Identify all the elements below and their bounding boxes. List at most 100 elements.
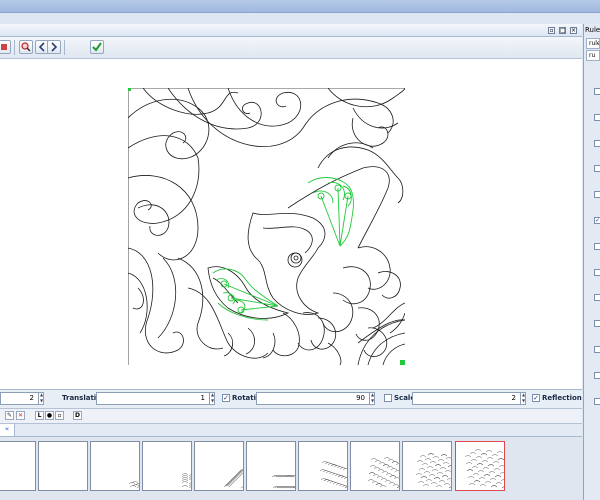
- thumbnail-stroke: [344, 486, 347, 489]
- rule-checkbox-9[interactable]: [594, 294, 600, 302]
- rotation-spinner[interactable]: ▲ ▼: [369, 392, 375, 405]
- first-value-spinner[interactable]: ▲ ▼: [38, 392, 44, 405]
- editor-frame-header: [0, 24, 582, 37]
- thumbnail-stroke: [341, 485, 347, 488]
- thumbnail-stroke: [434, 464, 442, 467]
- thumbnail-pattern: [415, 453, 451, 489]
- thumbnail-stroke: [389, 475, 397, 478]
- thumbnail-stroke: [239, 469, 243, 472]
- toolbar-separator: [64, 40, 65, 55]
- rotation-field[interactable]: 90: [256, 392, 375, 405]
- thumbnail-stroke: [427, 453, 435, 456]
- thumbnail-1[interactable]: [0, 441, 36, 491]
- thumbnail-stroke: [385, 473, 393, 476]
- thumbnail-stroke: [372, 474, 380, 477]
- thumbnail-9[interactable]: [402, 441, 452, 491]
- thumbnail-3[interactable]: [90, 441, 140, 491]
- rule-checkbox-1[interactable]: [594, 88, 600, 95]
- thumbnail-pattern: [464, 449, 504, 489]
- rule-tab-2[interactable]: ru: [586, 50, 600, 61]
- thumbnail-stroke: [391, 461, 399, 464]
- thumbnail-stroke: [373, 467, 381, 470]
- thumbnail-stroke: [395, 463, 399, 466]
- rule-checkbox-13[interactable]: [594, 397, 600, 405]
- rule-checkbox-12[interactable]: [594, 371, 600, 379]
- thumbnail-8[interactable]: [350, 441, 400, 491]
- search-zoom-icon[interactable]: [19, 40, 33, 54]
- rotation-checkbox[interactable]: ✓: [222, 394, 230, 402]
- thumbnail-stroke: [418, 468, 426, 471]
- draw-tool-icon[interactable]: D: [73, 411, 82, 420]
- thumbnail-stroke: [442, 462, 450, 465]
- thumbnail-stroke: [445, 457, 451, 460]
- rule-checkbox-7[interactable]: [594, 242, 600, 250]
- thumbnail-stroke: [491, 454, 499, 457]
- thumbnail-stroke: [417, 481, 425, 484]
- thumbnail-4[interactable]: [142, 441, 192, 491]
- thumbnail-stroke: [489, 478, 497, 481]
- thumbnail-stroke: [439, 467, 447, 470]
- thumbnail-stroke: [495, 482, 503, 485]
- scale-spinner[interactable]: ▲ ▼: [520, 392, 526, 405]
- thumbnail-stroke: [380, 478, 388, 481]
- thumbnail-6[interactable]: [246, 441, 296, 491]
- fill-tool-icon[interactable]: ●: [45, 411, 54, 420]
- thumbnail-5[interactable]: [194, 441, 244, 491]
- thumbnail-10[interactable]: [455, 441, 505, 491]
- thumbnail-7[interactable]: [298, 441, 348, 491]
- scale-checkbox[interactable]: [384, 394, 392, 402]
- thumbnail-stroke: [394, 470, 399, 473]
- translation-field[interactable]: 1: [96, 392, 215, 405]
- rule-checkbox-6[interactable]: ✓: [594, 217, 600, 224]
- thumbnail-stroke: [472, 473, 480, 476]
- thumbnail-2[interactable]: [38, 441, 88, 491]
- rule-checkbox-4[interactable]: [594, 165, 600, 173]
- rule-checkbox-5[interactable]: [594, 191, 600, 199]
- translation-spinner[interactable]: ▲ ▼: [209, 392, 215, 405]
- rule-checkbox-3[interactable]: [594, 139, 600, 147]
- thumbnail-stroke: [433, 477, 441, 480]
- thumbnail-stroke: [488, 471, 496, 474]
- rule-checkbox-10[interactable]: [594, 320, 600, 328]
- thumbnail-stroke: [440, 454, 448, 457]
- thumbnail-stroke: [436, 472, 444, 475]
- rule-checkbox-11[interactable]: [594, 346, 600, 353]
- thumbnail-stroke: [469, 452, 477, 455]
- maximize-icon[interactable]: □: [559, 27, 566, 34]
- line-tool-icon[interactable]: L: [35, 411, 44, 420]
- tools-row: [0, 409, 582, 424]
- thumbnail-stroke: [497, 458, 504, 461]
- thumbnail-stroke: [501, 486, 504, 489]
- scale-field[interactable]: 2: [412, 392, 526, 405]
- thumbnail-stroke: [181, 477, 189, 480]
- shape-tool-icon[interactable]: ▫: [55, 411, 64, 420]
- reflection-label: Reflection: [542, 394, 582, 402]
- next-icon[interactable]: [47, 40, 61, 54]
- rule-checkbox-2[interactable]: [594, 113, 600, 121]
- thumbnail-stroke: [388, 482, 396, 485]
- thumbnail-stroke: [181, 473, 189, 476]
- apply-check-icon[interactable]: [90, 40, 104, 54]
- thumbnail-tab[interactable]: «: [0, 424, 15, 436]
- thumbnail-stroke: [342, 468, 347, 471]
- thumbnail-stroke: [466, 469, 474, 472]
- delete-icon[interactable]: ✕: [16, 411, 25, 420]
- pencil-icon[interactable]: ✎: [5, 411, 14, 420]
- rule-icon[interactable]: [0, 40, 11, 54]
- thumbnail-stroke: [181, 475, 189, 478]
- rule-panel: [583, 24, 600, 500]
- reflection-checkbox[interactable]: ✓: [532, 394, 540, 402]
- thumbnail-stroke: [181, 479, 189, 482]
- thumbnail-stroke: [386, 466, 394, 469]
- close-icon[interactable]: ×: [570, 27, 577, 34]
- pattern-drawing[interactable]: [128, 88, 405, 365]
- thumbnail-stroke: [188, 486, 191, 489]
- thumbnail-stroke: [498, 465, 504, 468]
- rule-tab[interactable]: rule: [586, 38, 600, 49]
- restore-icon[interactable]: ▫: [548, 27, 555, 34]
- thumbnail-stroke: [382, 464, 390, 467]
- thumbnail-pattern: [367, 457, 399, 489]
- rule-checkbox-8[interactable]: [594, 268, 600, 276]
- thumbnail-stroke: [390, 468, 398, 471]
- thumbnail-stroke: [374, 460, 382, 463]
